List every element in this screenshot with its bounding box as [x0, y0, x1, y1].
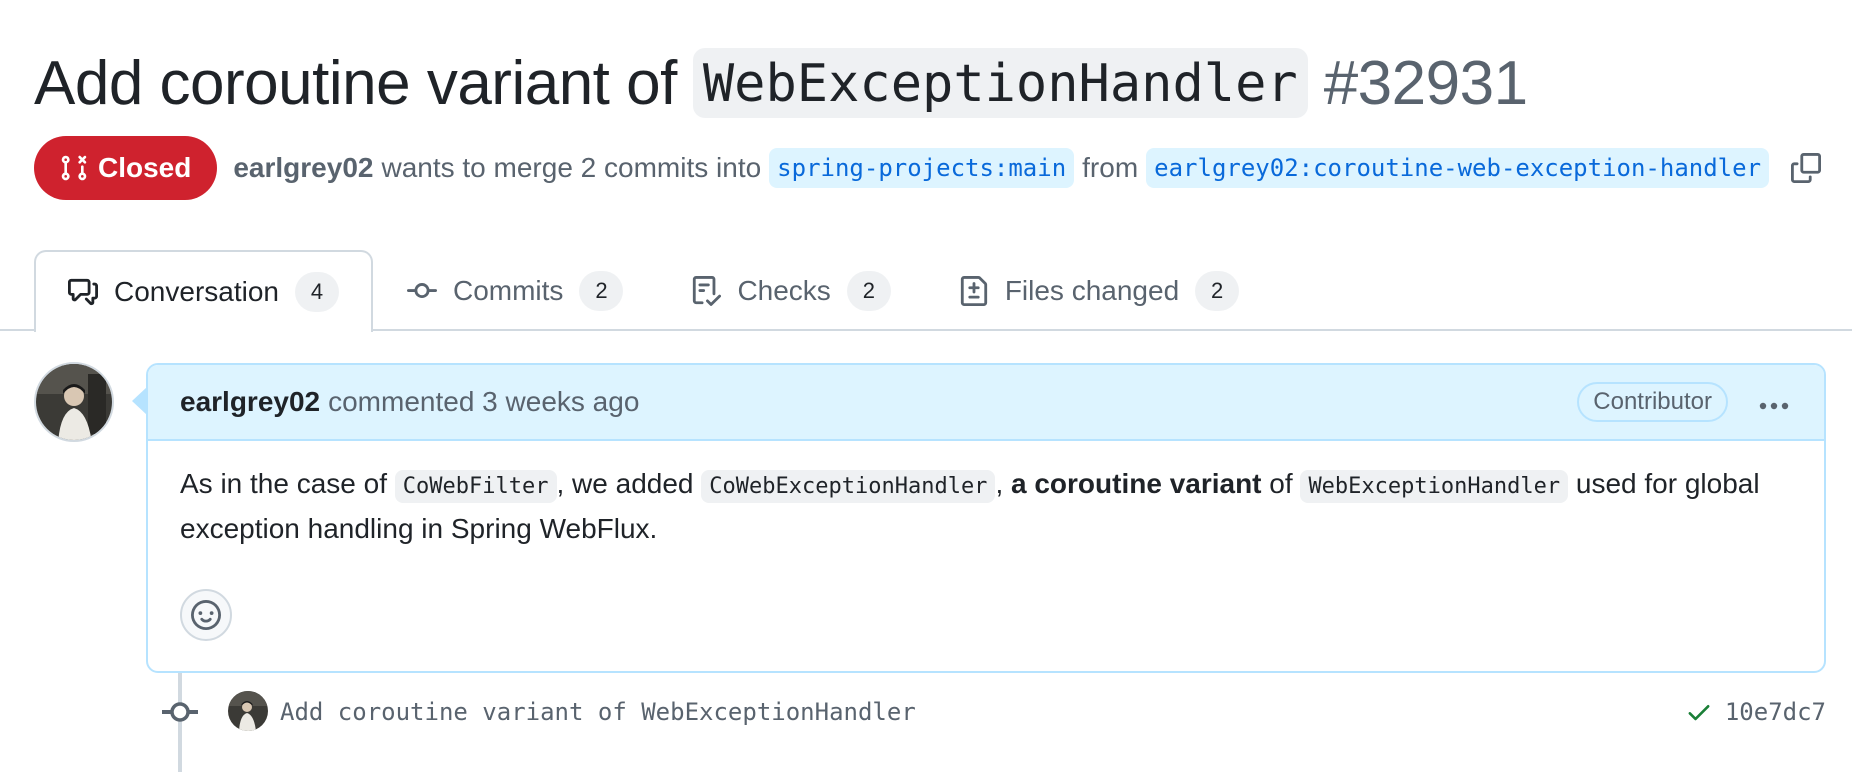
merge-text: wants to merge 2 commits into — [381, 152, 762, 183]
tab-counter: 2 — [1195, 270, 1240, 311]
contributor-badge: Contributor — [1577, 382, 1728, 422]
git-pull-request-closed-icon — [61, 155, 87, 181]
comment-header: earlgrey02 commented 3 weeks ago Contrib… — [148, 365, 1824, 441]
tab-files-changed[interactable]: Files changed 2 — [925, 250, 1273, 331]
checklist-icon — [691, 275, 722, 306]
body-text: As in the case of — [180, 468, 395, 499]
tab-checks[interactable]: Checks 2 — [657, 250, 924, 331]
commit-author-avatar[interactable] — [228, 691, 268, 731]
commit-sha-link[interactable]: 10e7dc7 — [1725, 698, 1826, 726]
git-commit-icon — [406, 276, 437, 306]
pr-number: #32931 — [1323, 48, 1528, 118]
pr-tabs: Conversation 4 Commits 2 Checks 2 Files … — [34, 250, 1273, 332]
tab-label: Commits — [452, 274, 564, 306]
tab-counter: 4 — [294, 272, 339, 312]
comment-discussion-icon — [68, 277, 98, 307]
comment-timestamp[interactable]: commented 3 weeks ago — [328, 386, 639, 418]
tab-label: Checks — [737, 274, 831, 306]
comment-body: As in the case of CoWebFilter, we added … — [148, 441, 1824, 550]
tab-label: Files changed — [1004, 274, 1180, 306]
avatar-image — [36, 364, 112, 440]
state-badge: Closed — [34, 136, 218, 200]
pr-title: Add coroutine variant of WebExceptionHan… — [34, 38, 1528, 128]
smiley-icon — [191, 600, 221, 630]
comment-caret — [132, 387, 147, 415]
file-diff-icon — [959, 275, 989, 306]
tab-conversation[interactable]: Conversation 4 — [34, 250, 373, 332]
base-branch[interactable]: spring-projects:main — [769, 148, 1075, 188]
commit-status: 10e7dc7 — [1685, 694, 1826, 730]
body-bold: a coroutine variant — [1011, 468, 1262, 499]
tab-label: Conversation — [114, 276, 279, 307]
from-text: from — [1082, 152, 1139, 183]
comment-box: earlgrey02 commented 3 weeks ago Contrib… — [146, 363, 1826, 673]
kebab-horizontal-icon — [1759, 402, 1789, 410]
copy-icon — [1791, 153, 1822, 183]
inline-code: CoWebExceptionHandler — [701, 470, 996, 503]
tab-counter: 2 — [579, 270, 624, 311]
copy-branch-button[interactable] — [1791, 153, 1822, 183]
add-reaction-button[interactable] — [180, 589, 232, 641]
git-commit-icon — [162, 698, 198, 731]
avatar[interactable] — [34, 362, 114, 442]
inline-code: WebExceptionHandler — [1300, 470, 1569, 503]
pr-title-text: Add coroutine variant of — [34, 48, 677, 118]
comment-author-link[interactable]: earlgrey02 — [180, 386, 320, 418]
tab-counter: 2 — [846, 270, 891, 311]
body-text: , — [995, 468, 1011, 499]
tab-commits[interactable]: Commits 2 — [373, 250, 657, 331]
commit-message-link[interactable]: Add coroutine variant of WebExceptionHan… — [280, 694, 916, 730]
check-icon[interactable] — [1685, 698, 1713, 726]
body-text: of — [1261, 468, 1301, 499]
pr-title-code: WebExceptionHandler — [692, 48, 1308, 118]
pr-meta: Closed earlgrey02 wants to merge 2 commi… — [34, 136, 1822, 200]
head-branch[interactable]: earlgrey02:coroutine-web-exception-handl… — [1146, 148, 1770, 188]
body-text: , we added — [556, 468, 702, 499]
pr-author-link[interactable]: earlgrey02 — [233, 152, 373, 184]
inline-code: CoWebFilter — [394, 470, 557, 503]
state-label: Closed — [98, 152, 192, 183]
comment-options-button[interactable] — [1758, 391, 1790, 423]
